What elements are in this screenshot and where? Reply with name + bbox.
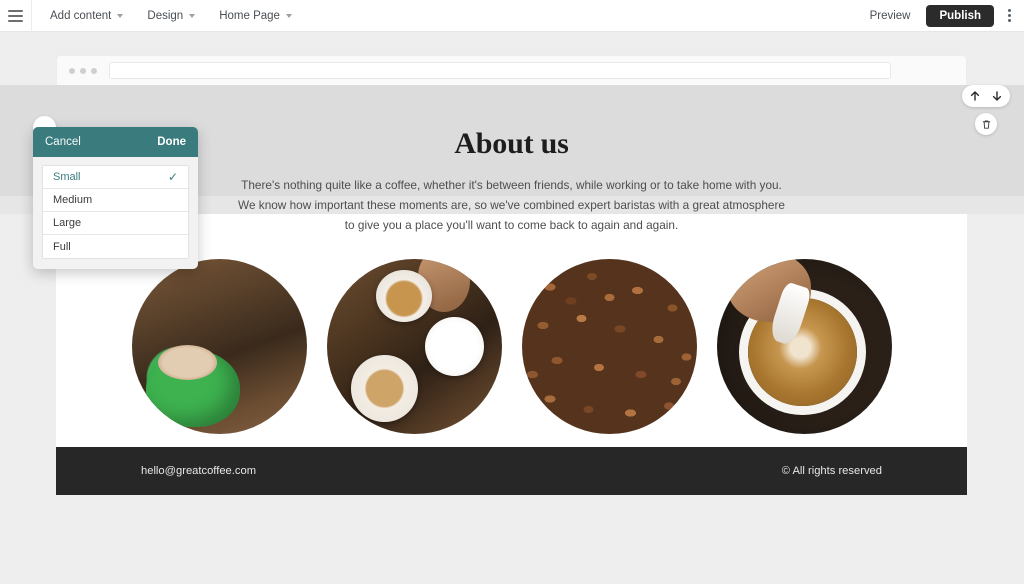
popup-body: Small ✓ Medium Large Full (33, 157, 198, 269)
menu-item-add-content[interactable]: Add content (38, 0, 135, 32)
arrow-up-icon[interactable] (965, 86, 985, 106)
size-option-large[interactable]: Large (43, 212, 188, 235)
check-icon: ✓ (167, 170, 178, 184)
kebab-dot (1007, 19, 1011, 22)
window-dots (57, 67, 97, 74)
size-option-label: Large (53, 217, 82, 229)
page-footer: hello@greatcoffee.com © All rights reser… (56, 447, 967, 495)
gallery-image-coffee-beans[interactable] (521, 259, 697, 434)
menu-item-label: Home Page (219, 9, 280, 22)
menu-item-label: Add content (50, 9, 112, 22)
menu-item-design[interactable]: Design (135, 0, 207, 32)
more-options-icon[interactable] (998, 0, 1020, 32)
section-size-popup: Cancel Done Small ✓ Medium Large Full (33, 116, 198, 269)
size-option-label: Medium (53, 194, 93, 206)
url-input[interactable] (109, 62, 891, 79)
gallery-image-green-cup[interactable] (131, 259, 307, 434)
image-gallery-row (56, 259, 967, 434)
hamburger-bar (8, 19, 23, 22)
size-option-medium[interactable]: Medium (43, 189, 188, 212)
size-option-full[interactable]: Full (43, 235, 188, 258)
done-button[interactable]: Done (157, 136, 186, 148)
publish-button[interactable]: Publish (926, 4, 994, 27)
window-dot (91, 67, 97, 74)
toolbar-menu: Add content Design Home Page (38, 0, 304, 32)
browser-chrome-mock (56, 55, 967, 85)
footer-rights: © All rights reserved (781, 465, 882, 477)
size-option-label: Small (53, 171, 81, 183)
preview-button[interactable]: Preview (858, 0, 923, 32)
arrow-down-icon[interactable] (987, 86, 1007, 106)
cup-shape (375, 269, 432, 322)
chevron-down-icon (189, 14, 196, 18)
hamburger-menu-icon[interactable] (0, 0, 32, 32)
footer-email[interactable]: hello@greatcoffee.com (141, 465, 256, 477)
top-toolbar: Add content Design Home Page Preview Pub… (0, 0, 1024, 32)
about-body-text: There's nothing quite like a coffee, whe… (238, 178, 785, 232)
size-option-small[interactable]: Small ✓ (43, 166, 188, 189)
trash-icon[interactable] (975, 113, 997, 135)
window-dot (69, 67, 75, 74)
size-option-list: Small ✓ Medium Large Full (42, 165, 189, 259)
hamburger-bar (8, 14, 23, 17)
popup-header: Cancel Done (33, 127, 198, 157)
editor-workspace: About us There's nothing quite like a co… (0, 32, 1024, 584)
toolbar-actions: Preview Publish (858, 0, 1024, 32)
section-move-controls (962, 85, 1010, 107)
kebab-dot (1007, 14, 1011, 17)
menu-item-label: Design (147, 9, 184, 22)
gallery-image-latte-art[interactable] (716, 259, 892, 434)
section-controls (962, 85, 1010, 135)
size-option-label: Full (53, 240, 71, 253)
kebab-dot (1007, 9, 1011, 12)
chevron-down-icon (117, 14, 124, 18)
gallery-image-latte-saucer[interactable] (326, 259, 502, 434)
hamburger-bar (8, 9, 23, 12)
menu-item-home-page[interactable]: Home Page (207, 0, 304, 32)
cancel-button[interactable]: Cancel (45, 136, 81, 148)
window-dot (80, 67, 86, 74)
chevron-down-icon (285, 14, 292, 18)
